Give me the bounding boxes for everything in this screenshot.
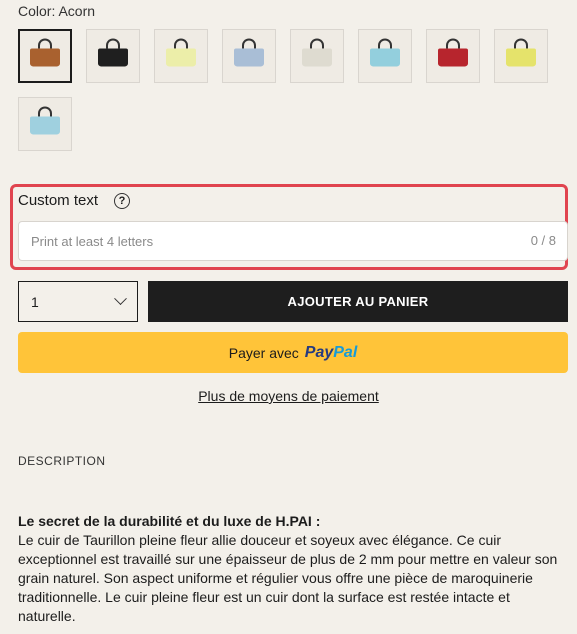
color-swatch[interactable]	[86, 29, 140, 83]
color-swatch[interactable]	[290, 29, 344, 83]
bag-icon	[302, 38, 332, 67]
color-swatch[interactable]	[154, 29, 208, 83]
description-body: Le cuir de Taurillon pleine fleur allie …	[18, 532, 558, 624]
color-swatch[interactable]	[18, 29, 72, 83]
quantity-value: 1	[31, 293, 39, 310]
description-title: DESCRIPTION	[18, 454, 106, 468]
custom-text-input[interactable]	[18, 221, 568, 261]
color-swatch[interactable]	[494, 29, 548, 83]
help-icon[interactable]: ?	[114, 193, 130, 209]
color-swatch[interactable]	[222, 29, 276, 83]
custom-text-label: Custom text	[18, 192, 99, 209]
paypal-logo-pal: Pal	[333, 343, 358, 361]
color-swatch[interactable]	[426, 29, 480, 83]
color-label: Color: Acorn	[18, 3, 96, 19]
paypal-button[interactable]: Payer avec PayPal	[18, 332, 568, 373]
quantity-select[interactable]: 1	[18, 281, 138, 322]
bag-icon	[370, 38, 400, 67]
chevron-down-icon	[114, 292, 127, 306]
color-swatch[interactable]	[18, 97, 72, 151]
bag-icon	[438, 38, 468, 67]
paypal-logo-pay: Pay	[304, 343, 334, 361]
more-payment-link[interactable]: Plus de moyens de paiement	[0, 388, 577, 404]
add-to-cart-button[interactable]: AJOUTER AU PANIER	[148, 281, 568, 322]
bag-icon	[506, 38, 536, 67]
bag-icon	[98, 38, 128, 67]
bag-icon	[234, 38, 264, 67]
color-swatch[interactable]	[358, 29, 412, 83]
paypal-logo: PayPal	[305, 344, 357, 362]
char-count: 0 / 8	[530, 233, 556, 248]
paypal-prefix: Payer avec	[228, 344, 299, 361]
bag-icon	[166, 38, 196, 67]
bag-icon	[30, 106, 60, 135]
description-heading: Le secret de la durabilité et du luxe de…	[18, 513, 321, 529]
bag-icon	[30, 38, 60, 67]
